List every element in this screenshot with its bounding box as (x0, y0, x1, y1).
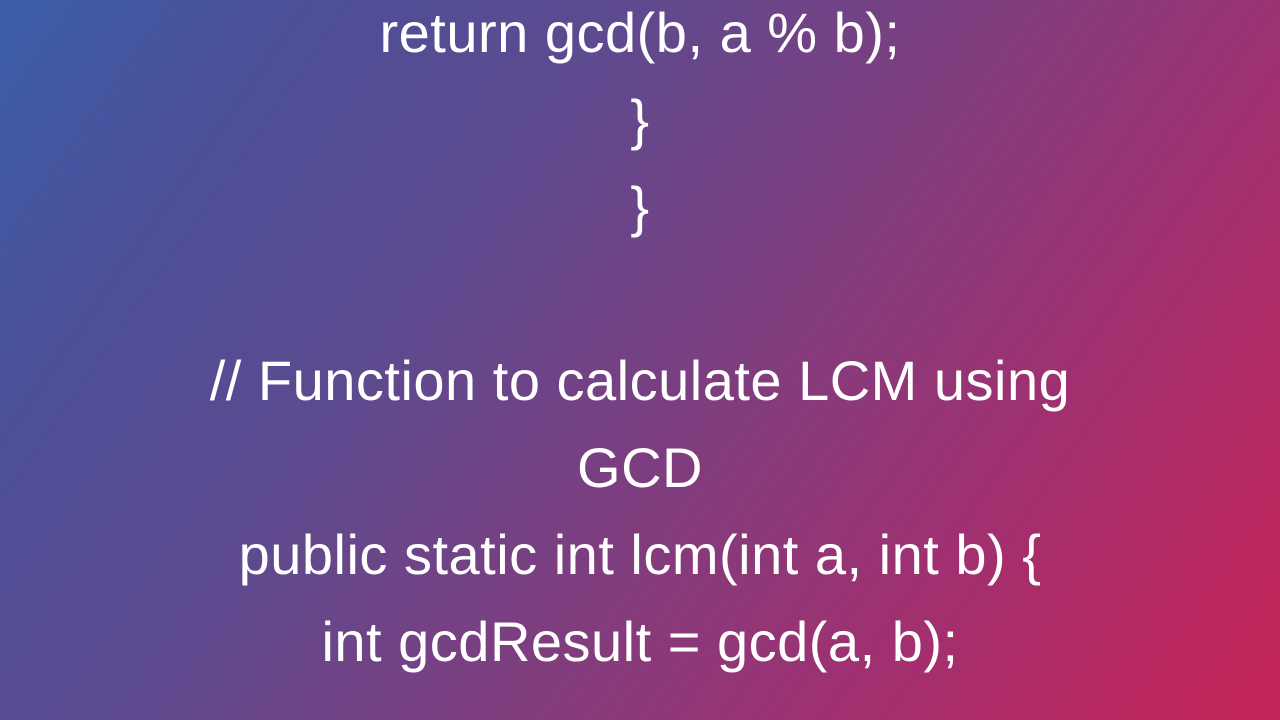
code-line-brace-2: } (0, 164, 1280, 251)
code-line-comment-2: GCD (0, 425, 1280, 512)
code-line-return: return gcd(b, a % b); (0, 0, 1280, 77)
code-line-comment-1: // Function to calculate LCM using (0, 338, 1280, 425)
code-line-method-sig: public static int lcm(int a, int b) { (0, 512, 1280, 599)
code-snippet: return gcd(b, a % b); } } // Function to… (0, 0, 1280, 686)
code-line-gcd-result: int gcdResult = gcd(a, b); (0, 599, 1280, 686)
blank-line-spacer (0, 250, 1280, 338)
code-line-brace-1: } (0, 77, 1280, 164)
